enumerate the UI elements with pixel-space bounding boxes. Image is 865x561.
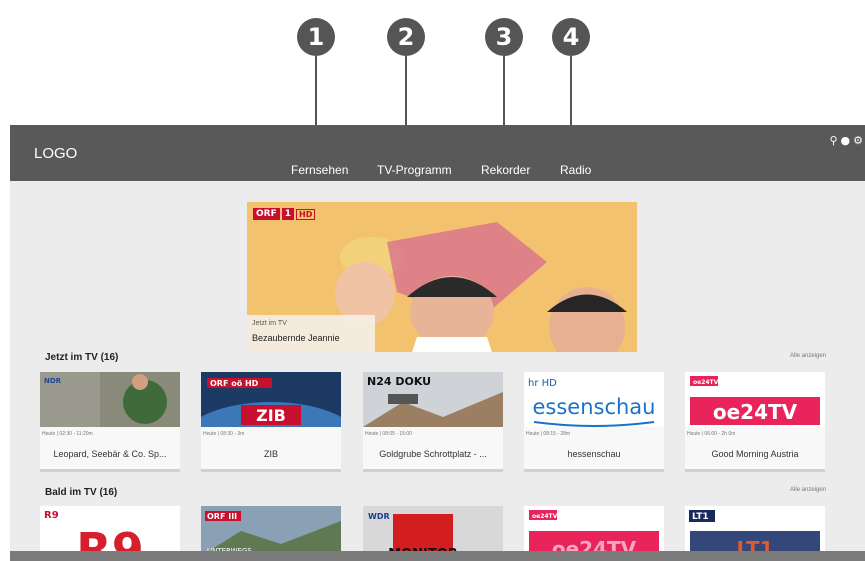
- progress-bar: [524, 469, 664, 472]
- card-thumb-text: ZIB: [256, 406, 286, 425]
- nav-radio[interactable]: Radio: [560, 163, 591, 177]
- top-bar: LOGO Fernsehen TV-Programm Rekorder Radi…: [10, 125, 865, 181]
- soon-card[interactable]: LT1 LT1: [685, 506, 825, 556]
- card-meta: Heute | 06:00 - 2h 0m: [687, 431, 736, 437]
- card-channel-logo: ORF oö HD: [210, 379, 259, 388]
- card-channel-logo: oe24TV: [532, 513, 558, 520]
- card-title: Good Morning Austria: [711, 449, 799, 459]
- now-card[interactable]: oe24TV oe24TV Heute | 06:00 - 2h 0m Good …: [685, 372, 825, 472]
- bottom-bar: [10, 551, 865, 561]
- soon-card[interactable]: R9 R9: [40, 506, 180, 556]
- card-title: hessenschau: [567, 449, 621, 459]
- show-all-now[interactable]: Alle anzeigen: [790, 353, 826, 359]
- search-icon[interactable]: ⚲: [829, 135, 837, 147]
- card-meta: Heute | 08:05 - 15:00: [365, 431, 412, 437]
- card-thumbnail: N24 DOKU: [363, 372, 503, 427]
- card-meta: Heute | 02:30 - 11:20m: [42, 431, 93, 437]
- card-channel-logo: N24 DOKU: [367, 375, 431, 388]
- progress-bar: [685, 469, 825, 472]
- card-thumbnail: oe24TV oe24TV: [685, 372, 825, 427]
- soon-card[interactable]: oe24TV oe24TV: [524, 506, 664, 556]
- card-meta: Heute | 08:15 - 28m: [526, 431, 571, 437]
- card-title: Goldgrube Schrottplatz - ...: [379, 449, 487, 459]
- hero-title: Bezaubernde Jeannie: [252, 333, 340, 343]
- card-channel-logo: ORF III: [207, 512, 237, 521]
- hero-channel-num: 1: [281, 208, 294, 220]
- logo[interactable]: LOGO: [34, 145, 77, 162]
- card-channel-logo: LT1: [692, 512, 709, 522]
- now-card[interactable]: ORF oö HD ZIB Heute | 08:30 - 3m ZIB: [201, 372, 341, 472]
- card-thumb-text: oe24TV: [713, 400, 798, 424]
- callout-1: 1: [297, 18, 335, 56]
- progress-bar: [201, 469, 341, 472]
- progress-bar: [363, 469, 503, 472]
- section-soon-title: Bald im TV (16): [45, 487, 118, 498]
- user-icon[interactable]: ●: [841, 135, 851, 147]
- section-now-title: Jetzt im TV (16): [45, 352, 119, 363]
- card-thumbnail: NDR: [40, 372, 180, 427]
- nav-fernsehen[interactable]: Fernsehen: [291, 163, 348, 177]
- gear-icon[interactable]: ⚙: [853, 135, 863, 147]
- hero-subtitle: Jetzt im TV: [252, 320, 287, 327]
- card-channel-logo: NDR: [44, 377, 62, 385]
- card-title: ZIB: [263, 449, 278, 459]
- now-card[interactable]: N24 DOKU Heute | 08:05 - 15:00 Goldgrube…: [363, 372, 503, 472]
- card-title: Leopard, Seebär & Co. Sp...: [53, 449, 167, 459]
- callout-4: 4: [552, 18, 590, 56]
- hero-banner[interactable]: ORF 1 HD Jetzt im TV Bezaubernde Jeannie: [247, 202, 637, 352]
- top-icons: ⚲ ● ⚙: [829, 135, 863, 147]
- card-thumb-text: essenschau: [532, 395, 655, 419]
- soon-card[interactable]: ORF IIIUNTERWEGS: [201, 506, 341, 556]
- card-channel-logo: hr HD: [528, 378, 557, 389]
- nav-rekorder[interactable]: Rekorder: [481, 163, 530, 177]
- progress-bar: [40, 469, 180, 472]
- callout-3: 3: [485, 18, 523, 56]
- callout-2: 2: [387, 18, 425, 56]
- nav-tv-programm[interactable]: TV-Programm: [377, 163, 452, 177]
- card-channel-logo: WDR: [368, 512, 390, 521]
- card-thumbnail: hr HD essenschau: [524, 372, 664, 427]
- card-meta: Heute | 08:30 - 3m: [203, 431, 245, 437]
- card-thumbnail: ORF oö HD ZIB: [201, 372, 341, 427]
- tv-app-window: LOGO Fernsehen TV-Programm Rekorder Radi…: [10, 125, 865, 561]
- show-all-soon[interactable]: Alle anzeigen: [790, 487, 826, 493]
- hero-channel-orf: ORF: [253, 208, 280, 220]
- hero-channel-hd: HD: [296, 208, 316, 220]
- card-channel-logo: oe24TV: [693, 379, 719, 386]
- card-channel-logo: R9: [44, 510, 59, 521]
- now-card[interactable]: NDR Heute | 02:30 - 11:20m Leopard, Seeb…: [40, 372, 180, 472]
- hero-info-box: Jetzt im TV Bezaubernde Jeannie: [247, 315, 375, 352]
- soon-card[interactable]: WDRMONITOR: [363, 506, 503, 556]
- hero-channel-logo: ORF 1 HD: [253, 208, 316, 220]
- now-card[interactable]: hr HD essenschau Heute | 08:15 - 28m hess…: [524, 372, 664, 472]
